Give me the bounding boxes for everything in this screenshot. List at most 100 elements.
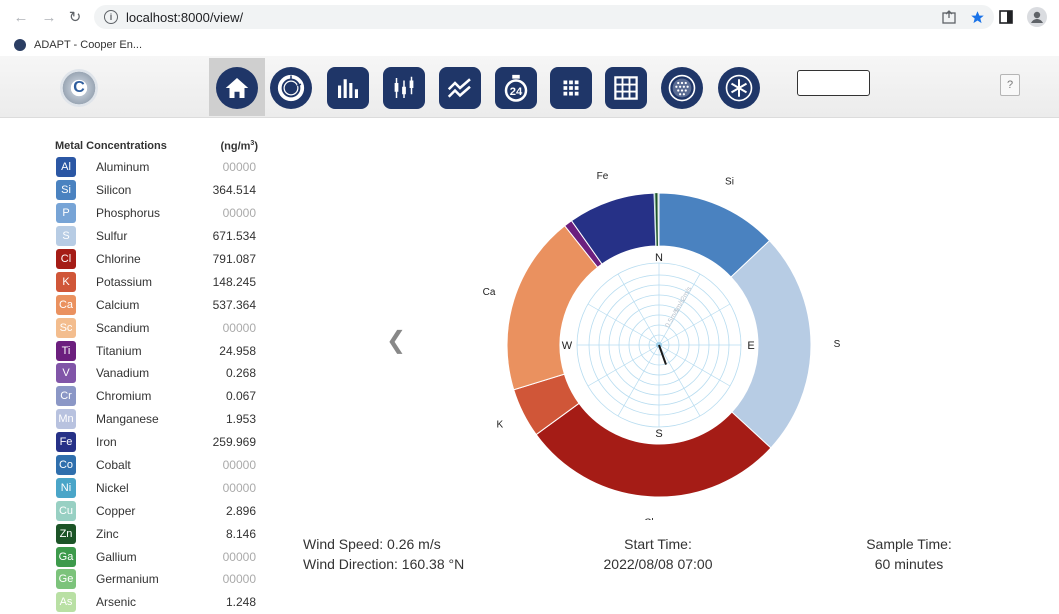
app-logo: C: [60, 69, 98, 107]
small-grid-icon: [556, 73, 586, 103]
metal-name: Chlorine: [96, 252, 196, 266]
bookmark-star-icon[interactable]: [970, 10, 985, 25]
metal-row-silicon[interactable]: SiSilicon364.514: [52, 179, 266, 202]
grid-button[interactable]: [605, 67, 647, 109]
profile-icon[interactable]: [1027, 7, 1047, 27]
metal-value: 00000: [196, 160, 266, 174]
metal-name: Aluminum: [96, 160, 196, 174]
metal-row-zinc[interactable]: ZnZinc8.146: [52, 522, 266, 545]
metal-row-sulfur[interactable]: S Sulfur671.534: [52, 225, 266, 248]
metal-value: 00000: [196, 206, 266, 220]
metal-value: 671.534: [196, 229, 266, 243]
help-button[interactable]: ?: [1000, 74, 1020, 96]
metal-name: Potassium: [96, 275, 196, 289]
metal-name: Zinc: [96, 527, 196, 541]
side-panel-icon[interactable]: [999, 10, 1013, 24]
grid-icon: [611, 73, 641, 103]
line-chart-icon: [445, 73, 475, 103]
snowflake-button[interactable]: [718, 67, 760, 109]
metal-row-titanium[interactable]: Ti Titanium24.958: [52, 339, 266, 362]
bar-chart-button[interactable]: [327, 67, 369, 109]
ring-chart-icon: [276, 73, 306, 103]
back-arrow-icon[interactable]: ←: [10, 6, 32, 28]
element-badge: S: [56, 226, 76, 246]
metal-name: Calcium: [96, 298, 196, 312]
metal-name: Gallium: [96, 550, 196, 564]
start-time-info: Start Time: 2022/08/08 07:00: [596, 534, 720, 574]
metal-row-cobalt[interactable]: CoCobalt00000: [52, 454, 266, 477]
candlestick-button[interactable]: [383, 67, 425, 109]
address-bar[interactable]: i localhost:8000/view/: [94, 5, 994, 29]
element-badge: Mn: [56, 409, 76, 429]
line-chart-button[interactable]: [439, 67, 481, 109]
metal-concentration-panel: Metal Concentrations (ng/m3) AlAluminum0…: [52, 136, 266, 614]
metal-row-germanium[interactable]: GeGermanium00000: [52, 568, 266, 591]
compass-s: S: [655, 428, 662, 440]
site-info-icon[interactable]: i: [104, 10, 118, 24]
element-badge: P: [56, 203, 76, 223]
metal-row-chromium[interactable]: CrChromium0.067: [52, 385, 266, 408]
metal-row-nickel[interactable]: NiNickel00000: [52, 476, 266, 499]
metal-row-copper[interactable]: CuCopper2.896: [52, 499, 266, 522]
metal-value: 1.248: [196, 595, 266, 609]
element-badge: Ti: [56, 341, 76, 361]
metal-value: 24.958: [196, 344, 266, 358]
wind-direction-text: Wind Direction: 160.38 °N: [303, 554, 464, 574]
bookmark-item[interactable]: ADAPT - Cooper En...: [34, 39, 142, 51]
metal-row-vanadium[interactable]: VVanadium0.268: [52, 362, 266, 385]
metal-name: Germanium: [96, 572, 196, 586]
metal-name: Chromium: [96, 389, 196, 403]
element-badge: Ga: [56, 547, 76, 567]
metal-name: Manganese: [96, 412, 196, 426]
slice-label: S: [834, 339, 841, 350]
home-button[interactable]: [216, 67, 258, 109]
slice-label: K: [497, 420, 504, 431]
compass-n: N: [655, 252, 663, 264]
metal-row-scandium[interactable]: ScScandium00000: [52, 316, 266, 339]
app-header: C 24 ?: [0, 56, 1059, 118]
metal-value: 00000: [196, 550, 266, 564]
metal-row-manganese[interactable]: MnManganese1.953: [52, 408, 266, 431]
element-badge: Cu: [56, 501, 76, 521]
metal-name: Sulfur: [96, 229, 196, 243]
metal-row-potassium[interactable]: KPotassium148.245: [52, 270, 266, 293]
element-badge: Sc: [56, 318, 76, 338]
sample-time-label: Sample Time:: [848, 534, 970, 554]
metal-name: Vanadium: [96, 366, 196, 380]
reload-icon[interactable]: ↻: [64, 6, 86, 28]
metal-list: AlAluminum00000SiSilicon364.514PPhosphor…: [52, 156, 266, 614]
bookmarks-bar: ADAPT - Cooper En...: [0, 34, 1059, 56]
metal-name: Titanium: [96, 344, 196, 358]
home-icon: [222, 73, 252, 103]
metal-value: 364.514: [196, 183, 266, 197]
wind-speed-text: Wind Speed: 0.26 m/s: [303, 534, 464, 554]
metal-row-phosphorus[interactable]: PPhosphorus00000: [52, 202, 266, 225]
slice-label: Ca: [483, 287, 496, 298]
metal-value: 00000: [196, 572, 266, 586]
metal-name: Nickel: [96, 481, 196, 495]
24-hour-button[interactable]: 24: [495, 67, 537, 109]
candlestick-icon: [389, 73, 419, 103]
metal-row-gallium[interactable]: Ga Gallium00000: [52, 545, 266, 568]
metal-row-chlorine[interactable]: ClChlorine791.087: [52, 248, 266, 271]
text-input-box[interactable]: [797, 70, 870, 96]
element-badge: As: [56, 592, 76, 612]
small-grid-button[interactable]: [550, 67, 592, 109]
compass-e: E: [747, 340, 754, 352]
browser-actions: [942, 7, 1047, 27]
previous-arrow-icon[interactable]: ❮: [386, 326, 406, 355]
metal-value: 537.364: [196, 298, 266, 312]
forward-arrow-icon[interactable]: →: [38, 6, 60, 28]
metal-row-aluminum[interactable]: AlAluminum00000: [52, 156, 266, 179]
element-badge: Ca: [56, 295, 76, 315]
metal-name: Arsenic: [96, 595, 196, 609]
metal-row-iron[interactable]: FeIron259.969: [52, 431, 266, 454]
metal-row-arsenic[interactable]: As Arsenic1.248: [52, 591, 266, 614]
dot-circle-icon: [667, 73, 697, 103]
dot-circle-button[interactable]: [661, 67, 703, 109]
ring-chart-button[interactable]: [270, 67, 312, 109]
start-time-label: Start Time:: [596, 534, 720, 554]
sample-time-value: 60 minutes: [848, 554, 970, 574]
share-icon[interactable]: [942, 10, 956, 24]
metal-row-calcium[interactable]: Ca Calcium537.364: [52, 293, 266, 316]
